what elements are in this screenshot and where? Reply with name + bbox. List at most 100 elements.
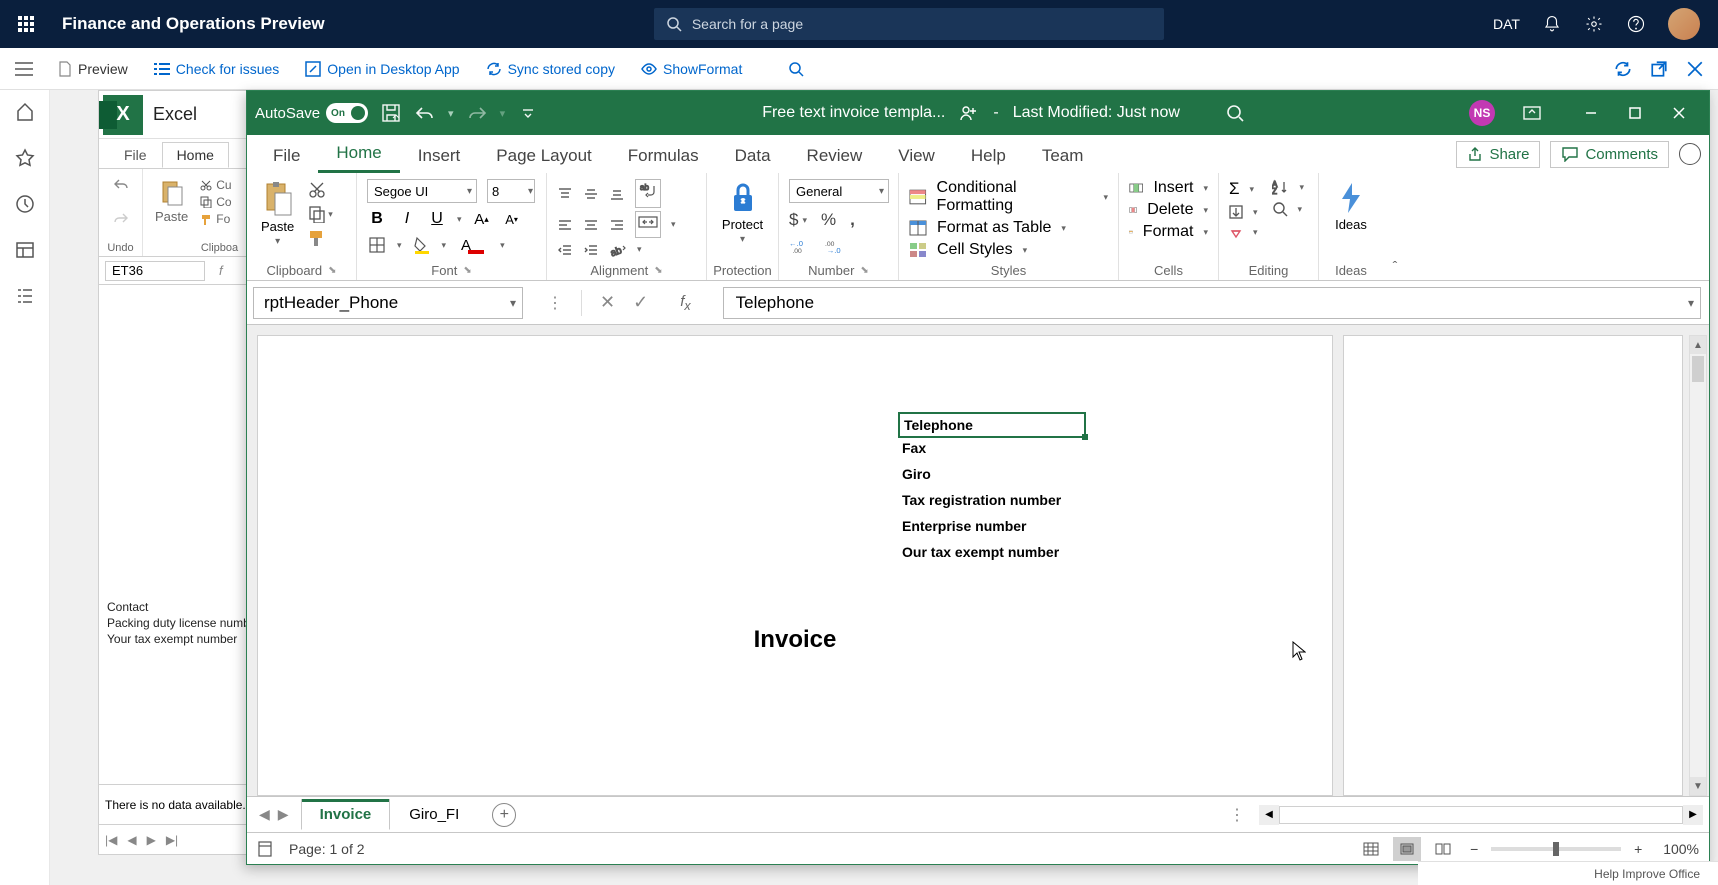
titlebar-search-icon[interactable] bbox=[1224, 102, 1246, 124]
scroll-up-icon[interactable]: ▲ bbox=[1690, 336, 1706, 354]
formula-expand-icon[interactable]: ▾ bbox=[1688, 296, 1694, 310]
cancel-formula-icon[interactable]: ✕ bbox=[600, 292, 615, 313]
help-improve-link[interactable]: Help Improve Office bbox=[1418, 861, 1718, 885]
bg-scroll-prev-icon[interactable]: ◀ bbox=[127, 833, 136, 847]
collapse-ribbon-icon[interactable]: ˆ bbox=[1393, 258, 1398, 274]
format-painter-icon[interactable] bbox=[308, 229, 328, 247]
horizontal-scrollbar[interactable]: ◀ ▶ bbox=[1259, 805, 1709, 825]
align-top-icon[interactable] bbox=[557, 187, 573, 201]
close-icon[interactable] bbox=[1686, 60, 1704, 78]
bg-tab-home[interactable]: Home bbox=[162, 142, 229, 168]
autosum-button[interactable]: Σ▾ bbox=[1229, 179, 1258, 199]
hamburger-icon[interactable] bbox=[6, 51, 42, 87]
cell-enterprise[interactable]: Enterprise number bbox=[902, 518, 1202, 534]
selected-cell[interactable]: Telephone bbox=[898, 412, 1086, 438]
format-as-table-button[interactable]: Format as Table▾ bbox=[909, 219, 1108, 237]
scroll-down-icon[interactable]: ▼ bbox=[1690, 777, 1706, 795]
decrease-indent-icon[interactable] bbox=[557, 243, 573, 257]
align-bottom-icon[interactable] bbox=[609, 187, 625, 201]
sheet-tabs-menu-icon[interactable]: ⋮ bbox=[1215, 805, 1259, 825]
orientation-icon[interactable]: ab bbox=[609, 242, 627, 258]
user-avatar[interactable] bbox=[1668, 8, 1700, 40]
clipboard-launcher-icon[interactable]: ⬊ bbox=[328, 265, 336, 276]
global-search-input[interactable]: Search for a page bbox=[654, 8, 1164, 40]
cell-giro[interactable]: Giro bbox=[902, 466, 1202, 482]
bg-tab-file[interactable]: File bbox=[109, 142, 162, 168]
ribbon-display-icon[interactable] bbox=[1521, 102, 1543, 124]
font-name-select[interactable]: Segoe UI▾ bbox=[367, 179, 477, 203]
alignment-launcher-icon[interactable]: ⬊ bbox=[654, 265, 662, 276]
refresh-icon[interactable] bbox=[1614, 60, 1632, 78]
comments-button[interactable]: Comments bbox=[1550, 141, 1669, 168]
tab-help[interactable]: Help bbox=[953, 139, 1024, 173]
tab-review[interactable]: Review bbox=[789, 139, 881, 173]
sheet-tab-invoice[interactable]: Invoice bbox=[301, 799, 391, 830]
tab-data[interactable]: Data bbox=[717, 139, 789, 173]
tab-team[interactable]: Team bbox=[1024, 139, 1102, 173]
bg-scroll-next-icon[interactable]: ▶ bbox=[147, 833, 156, 847]
number-format-select[interactable]: General▾ bbox=[789, 179, 889, 203]
share-button[interactable]: Share bbox=[1456, 141, 1540, 168]
decrease-decimal-icon[interactable]: .00→.0 bbox=[825, 238, 847, 254]
percent-button[interactable]: % bbox=[821, 210, 836, 230]
bg-copy-button[interactable]: Co bbox=[200, 195, 231, 209]
page-layout-view-button[interactable] bbox=[1393, 837, 1421, 861]
bg-cut-button[interactable]: Cu bbox=[200, 178, 231, 192]
sheet-nav-next-icon[interactable]: ▶ bbox=[278, 806, 289, 823]
tab-insert[interactable]: Insert bbox=[400, 139, 479, 173]
page-break-view-button[interactable] bbox=[1429, 837, 1457, 861]
undo-caret-icon[interactable]: ▾ bbox=[448, 107, 454, 120]
delete-cells-button[interactable]: Delete▾ bbox=[1129, 201, 1208, 219]
formula-input[interactable]: Telephone ▾ bbox=[723, 287, 1701, 319]
clock-icon[interactable] bbox=[15, 194, 35, 214]
wrap-text-button[interactable]: ab bbox=[635, 179, 661, 208]
sort-filter-button[interactable]: AZ▾ bbox=[1272, 179, 1305, 195]
tab-file[interactable]: File bbox=[255, 139, 318, 173]
align-right-icon[interactable] bbox=[609, 218, 625, 232]
tab-home[interactable]: Home bbox=[318, 136, 399, 173]
add-sheet-button[interactable]: + bbox=[492, 803, 516, 827]
protect-button[interactable]: Protect ▾ bbox=[717, 179, 768, 247]
sheet-tab-giro-fi[interactable]: Giro_FI bbox=[390, 799, 478, 830]
conditional-formatting-button[interactable]: Conditional Formatting▾ bbox=[909, 179, 1108, 215]
document-page[interactable]: Telephone Fax Giro Tax registration numb… bbox=[257, 335, 1333, 796]
qat-customize-icon[interactable] bbox=[517, 102, 539, 124]
bg-fx-icon[interactable]: f bbox=[219, 263, 223, 278]
bg-scroll-last-icon[interactable]: ▶| bbox=[166, 833, 178, 847]
number-launcher-icon[interactable]: ⬊ bbox=[860, 265, 868, 276]
fx-icon[interactable]: fx bbox=[666, 293, 704, 313]
workspace-icon[interactable] bbox=[15, 240, 35, 260]
find-select-button[interactable]: ▾ bbox=[1272, 201, 1305, 217]
italic-button[interactable]: I bbox=[397, 209, 417, 229]
hscroll-right-icon[interactable]: ▶ bbox=[1683, 805, 1703, 825]
formula-menu-icon[interactable]: ⋮ bbox=[547, 293, 563, 313]
hscroll-track[interactable] bbox=[1279, 806, 1683, 824]
check-issues-button[interactable]: Check for issues bbox=[144, 57, 289, 81]
decrease-font-icon[interactable]: A▾ bbox=[502, 209, 522, 229]
bg-scroll-first-icon[interactable]: |◀ bbox=[105, 833, 117, 847]
share-people-icon[interactable] bbox=[959, 103, 979, 123]
merge-center-button[interactable] bbox=[635, 211, 661, 238]
tab-page-layout[interactable]: Page Layout bbox=[478, 139, 609, 173]
bold-button[interactable]: B bbox=[367, 209, 387, 229]
increase-decimal-icon[interactable]: ←.0.00 bbox=[789, 238, 811, 254]
zoom-out-button[interactable]: − bbox=[1465, 840, 1483, 858]
zoom-level-label[interactable]: 100% bbox=[1663, 841, 1699, 857]
bg-format-painter-button[interactable]: Fo bbox=[200, 212, 231, 226]
ideas-button[interactable]: Ideas bbox=[1329, 179, 1373, 234]
modules-icon[interactable] bbox=[15, 286, 35, 306]
paste-button[interactable]: Paste ▾ bbox=[257, 179, 298, 249]
name-box[interactable]: rptHeader_Phone ▾ bbox=[253, 287, 523, 319]
close-button[interactable] bbox=[1657, 91, 1701, 135]
undo-icon[interactable] bbox=[113, 177, 129, 191]
name-box-caret-icon[interactable]: ▾ bbox=[510, 296, 516, 310]
redo-caret-icon[interactable]: ▾ bbox=[500, 107, 506, 120]
vertical-scrollbar[interactable]: ▲ ▼ bbox=[1689, 335, 1707, 796]
sync-copy-button[interactable]: Sync stored copy bbox=[476, 57, 625, 81]
page-icon[interactable] bbox=[257, 841, 275, 857]
open-desktop-button[interactable]: Open in Desktop App bbox=[295, 57, 469, 81]
bell-icon[interactable] bbox=[1542, 14, 1562, 34]
align-left-icon[interactable] bbox=[557, 218, 573, 232]
popout-icon[interactable] bbox=[1650, 60, 1668, 78]
star-icon[interactable] bbox=[15, 148, 35, 168]
